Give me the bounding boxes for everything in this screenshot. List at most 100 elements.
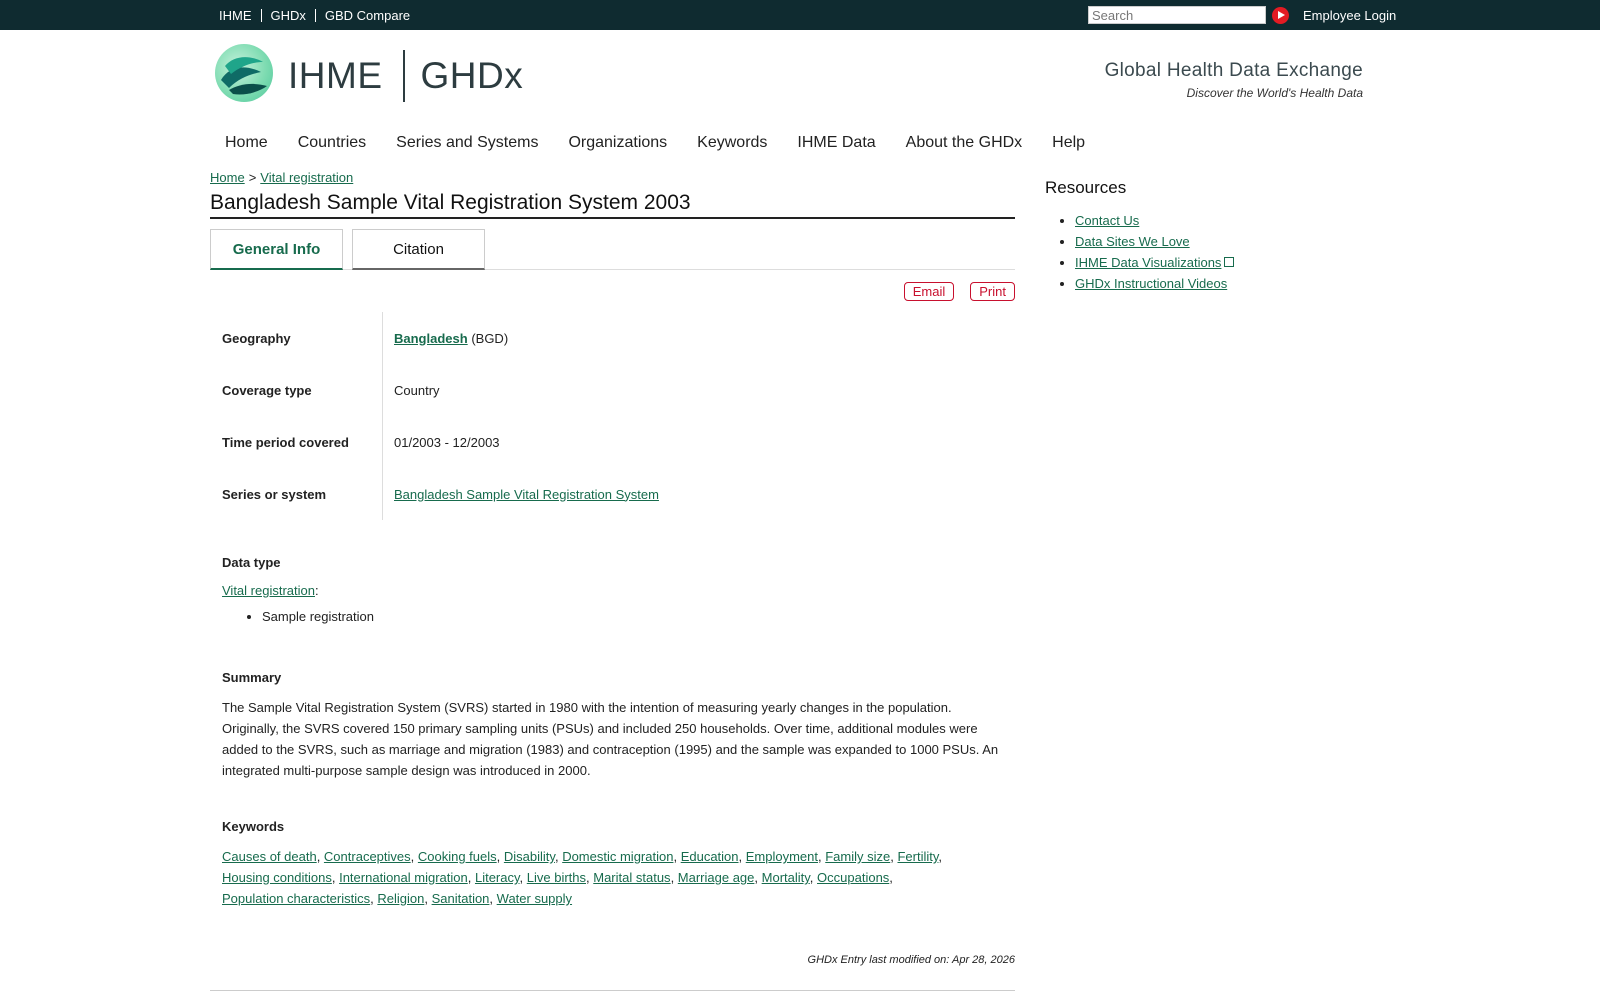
keyword-link[interactable]: International migration xyxy=(339,870,468,885)
summary-section: Summary The Sample Vital Registration Sy… xyxy=(222,670,1012,781)
breadcrumb: Home > Vital registration xyxy=(210,170,1015,185)
keyword-link[interactable]: Marital status xyxy=(593,870,670,885)
top-link-ghdx[interactable]: GHDx xyxy=(262,8,316,22)
info-row-series: Series or system Bangladesh Sample Vital… xyxy=(222,468,1015,520)
series-value: Bangladesh Sample Vital Registration Sys… xyxy=(383,468,659,520)
search-go-icon[interactable] xyxy=(1272,6,1289,24)
keyword-link[interactable]: Occupations xyxy=(817,870,889,885)
site-header: IHME GHDx Global Health Data Exchange Di… xyxy=(0,30,1600,130)
keywords-section: Keywords Causes of death, Contraceptives… xyxy=(222,819,1012,909)
keywords-list: Causes of death, Contraceptives, Cooking… xyxy=(222,849,943,906)
coverage-type-value: Country xyxy=(394,382,440,398)
resource-item: Contact Us xyxy=(1075,210,1234,231)
brand-wordmark[interactable]: IHME GHDx xyxy=(288,50,523,102)
main-content: Home > Vital registration Bangladesh Sampl… xyxy=(210,170,1015,1000)
data-type-line: Vital registration: xyxy=(222,580,374,601)
keyword-link[interactable]: Religion xyxy=(377,891,424,906)
data-type-item: Sample registration xyxy=(262,609,374,624)
print-button[interactable]: Print xyxy=(970,282,1015,301)
main-nav: Home Countries Series and Systems Organi… xyxy=(210,130,1100,156)
tagline-title: Global Health Data Exchange xyxy=(1104,60,1363,81)
keyword-link[interactable]: Live births xyxy=(527,870,586,885)
search-input[interactable] xyxy=(1088,6,1266,24)
data-type-colon: : xyxy=(314,583,319,598)
geography-code: (BGD) xyxy=(471,330,509,346)
nav-keywords[interactable]: Keywords xyxy=(682,130,782,156)
data-type-section: Data type Vital registration: Sample reg… xyxy=(222,555,374,624)
employee-login-link[interactable]: Employee Login xyxy=(1303,8,1396,23)
nav-help[interactable]: Help xyxy=(1037,130,1100,156)
resource-item: IHME Data Visualizations xyxy=(1075,252,1235,273)
tab-bar: General Info Citation xyxy=(210,229,1015,270)
brand-ghdx: GHDx xyxy=(420,55,524,96)
keyword-link[interactable]: Employment xyxy=(746,849,818,864)
page-actions: Email Print xyxy=(903,282,1015,301)
info-table: Geography Bangladesh (BGD) Coverage type… xyxy=(222,312,1015,520)
keyword-link[interactable]: Sanitation xyxy=(432,891,490,906)
keyword-link[interactable]: Population characteristics xyxy=(222,891,370,906)
resource-data-sites[interactable]: Data Sites We Love xyxy=(1075,234,1190,249)
resource-instructional-videos[interactable]: GHDx Instructional Videos xyxy=(1075,276,1227,291)
summary-text: The Sample Vital Registration System (SV… xyxy=(222,700,999,778)
resources-sidebar: Resources Contact Us Data Sites We Love … xyxy=(1045,178,1235,294)
breadcrumb-separator: > xyxy=(248,170,257,185)
nav-series-and-systems[interactable]: Series and Systems xyxy=(381,130,553,156)
nav-countries[interactable]: Countries xyxy=(283,130,381,156)
ihme-logo-icon[interactable] xyxy=(215,44,273,102)
keyword-link[interactable]: Disability xyxy=(504,849,555,864)
info-row-coverage: Coverage type Country xyxy=(222,364,1015,416)
external-link-icon xyxy=(1224,257,1235,267)
keywords-heading: Keywords xyxy=(222,819,285,834)
nav-ihme-data[interactable]: IHME Data xyxy=(782,130,890,156)
top-links: IHME GHDx GBD Compare xyxy=(210,0,419,30)
nav-about-the-ghdx[interactable]: About the GHDx xyxy=(891,130,1038,156)
resource-item: GHDx Instructional Videos xyxy=(1075,273,1234,294)
series-label: Series or system xyxy=(222,468,383,520)
keyword-link[interactable]: Cooking fuels xyxy=(418,849,497,864)
page-title: Bangladesh Sample Vital Registration Sys… xyxy=(210,191,1015,219)
top-link-ihme[interactable]: IHME xyxy=(210,8,262,22)
data-type-link[interactable]: Vital registration xyxy=(222,583,315,598)
tab-citation[interactable]: Citation xyxy=(352,229,485,270)
top-link-gbd-compare[interactable]: GBD Compare xyxy=(316,9,419,22)
info-row-geography: Geography Bangladesh (BGD) xyxy=(222,312,1015,364)
last-modified-note: GHDx Entry last modified on: Apr 28, 202… xyxy=(807,954,1015,966)
keyword-link[interactable]: Contraceptives xyxy=(324,849,411,864)
top-utility-bar: IHME GHDx GBD Compare Employee Login xyxy=(0,0,1600,30)
keyword-link[interactable]: Mortality xyxy=(762,870,810,885)
nav-organizations[interactable]: Organizations xyxy=(553,130,682,156)
keyword-link[interactable]: Marriage age xyxy=(678,870,755,885)
site-tagline: Global Health Data Exchange Discover the… xyxy=(1105,60,1363,100)
coverage-type-label: Coverage type xyxy=(222,364,383,416)
summary-heading: Summary xyxy=(222,670,282,685)
keyword-link[interactable]: Causes of death xyxy=(222,849,317,864)
resources-heading: Resources xyxy=(1045,178,1127,197)
geography-link[interactable]: Bangladesh xyxy=(394,331,468,346)
brand-ihme: IHME xyxy=(288,55,383,96)
series-link[interactable]: Bangladesh Sample Vital Registration Sys… xyxy=(394,487,659,502)
data-type-heading: Data type xyxy=(222,555,281,570)
resource-contact-us[interactable]: Contact Us xyxy=(1075,213,1139,228)
resource-ihme-visualizations[interactable]: IHME Data Visualizations xyxy=(1075,255,1221,270)
nav-home[interactable]: Home xyxy=(210,130,283,156)
email-button[interactable]: Email xyxy=(903,282,955,301)
bottom-divider xyxy=(210,990,1015,991)
keyword-link[interactable]: Water supply xyxy=(497,891,572,906)
info-row-time-period: Time period covered 01/2003 - 12/2003 xyxy=(222,416,1015,468)
keyword-link[interactable]: Education xyxy=(681,849,739,864)
time-period-label: Time period covered xyxy=(222,416,383,468)
keyword-link[interactable]: Fertility xyxy=(897,849,938,864)
tab-general-info[interactable]: General Info xyxy=(210,229,343,270)
brand-divider xyxy=(402,50,405,102)
geography-label: Geography xyxy=(222,312,383,364)
data-type-list: Sample registration xyxy=(222,609,374,624)
keyword-link[interactable]: Literacy xyxy=(475,870,520,885)
keyword-link[interactable]: Housing conditions xyxy=(222,870,332,885)
resources-list: Contact Us Data Sites We Love IHME Data … xyxy=(1045,210,1235,294)
time-period-value: 01/2003 - 12/2003 xyxy=(394,434,500,450)
keyword-link[interactable]: Domestic migration xyxy=(562,849,673,864)
breadcrumb-home[interactable]: Home xyxy=(210,170,245,185)
keyword-link[interactable]: Family size xyxy=(825,849,890,864)
top-search-area: Employee Login xyxy=(1088,0,1396,30)
breadcrumb-vital-registration[interactable]: Vital registration xyxy=(260,170,353,185)
